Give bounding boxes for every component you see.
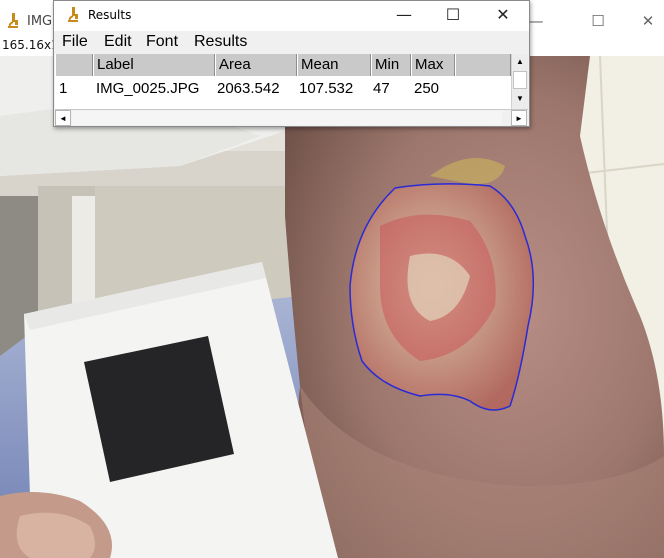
results-titlebar[interactable]: Results — ☐ ✕ — [54, 1, 529, 31]
column-header-empty — [455, 54, 511, 76]
column-header-label[interactable]: Label — [93, 54, 215, 76]
menu-file[interactable]: File — [62, 33, 88, 51]
microscope-icon — [68, 7, 78, 22]
menu-font[interactable]: Font — [146, 33, 178, 51]
scroll-left-icon[interactable]: ◄ — [55, 110, 71, 126]
scroll-up-icon[interactable]: ▲ — [512, 54, 528, 70]
maximize-button[interactable]: ☐ — [430, 1, 476, 31]
cell-min: 47 — [373, 80, 390, 97]
scroll-right-icon[interactable]: ► — [511, 110, 527, 126]
cell-index: 1 — [59, 80, 68, 97]
close-button[interactable]: ✕ — [628, 8, 664, 34]
column-header-area[interactable]: Area — [215, 54, 297, 76]
table-row[interactable]: 1 IMG_0025.JPG 2063.542 107.532 47 250 — [55, 77, 511, 101]
vertical-scroll-thumb[interactable] — [513, 71, 527, 89]
close-button[interactable]: ✕ — [480, 1, 526, 31]
image-dimensions-text: 165.16x1 — [2, 38, 59, 52]
cell-area: 2063.542 — [217, 80, 280, 97]
column-header-min[interactable]: Min — [371, 54, 411, 76]
wound-photo-canvas[interactable] — [0, 56, 664, 558]
vertical-scrollbar[interactable]: ▲ ▼ — [511, 54, 528, 109]
maximize-button[interactable]: ☐ — [578, 8, 618, 34]
menu-results[interactable]: Results — [194, 33, 247, 51]
menu-bar: File Edit Font Results — [54, 31, 529, 53]
minimize-button[interactable]: — — [381, 1, 427, 31]
results-window-title: Results — [88, 8, 132, 22]
image-window-title: IMG — [27, 14, 53, 29]
column-header-index[interactable] — [55, 54, 93, 76]
column-header-max[interactable]: Max — [411, 54, 455, 76]
wound-photo — [0, 56, 664, 558]
horizontal-scroll-thumb[interactable] — [72, 111, 502, 125]
cell-mean: 107.532 — [299, 80, 354, 97]
scroll-down-icon[interactable]: ▼ — [512, 91, 528, 107]
cell-label: IMG_0025.JPG — [96, 80, 200, 97]
microscope-icon — [8, 13, 18, 28]
table-header: Label Area Mean Min Max — [55, 54, 511, 76]
menu-edit[interactable]: Edit — [104, 33, 132, 51]
results-window[interactable]: Results — ☐ ✕ File Edit Font Results Lab… — [53, 0, 530, 127]
column-header-mean[interactable]: Mean — [297, 54, 371, 76]
results-table[interactable]: Label Area Mean Min Max 1 IMG_0025.JPG 2… — [55, 54, 511, 109]
cell-max: 250 — [414, 80, 440, 97]
horizontal-scrollbar[interactable]: ◄ ► — [55, 109, 528, 126]
